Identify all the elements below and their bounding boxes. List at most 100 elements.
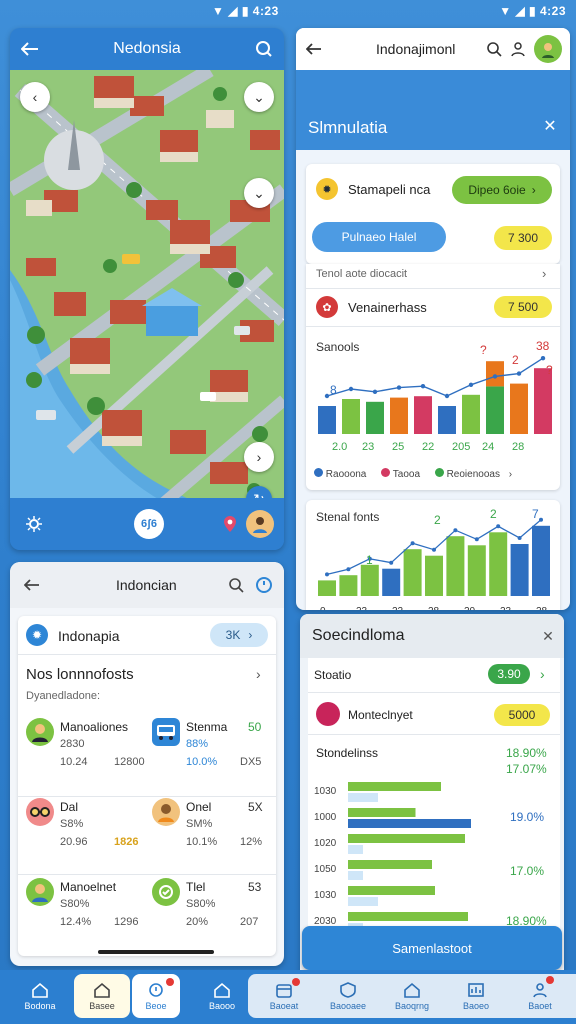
chart-data-label: 7 bbox=[532, 507, 539, 521]
chart-point bbox=[444, 393, 450, 399]
list-item[interactable]: Manoelnet S80% 12.4% 1296 bbox=[26, 878, 148, 948]
nav-item[interactable]: Baooaee bbox=[320, 974, 376, 1018]
row3-value: 7 500 bbox=[494, 296, 552, 318]
chevron-right-icon[interactable]: › bbox=[540, 666, 545, 682]
chart-tick-label: 22 bbox=[392, 606, 404, 610]
back-arrow-icon[interactable] bbox=[18, 571, 46, 599]
stats-card: Stoatio 3.90 › Monteclnyet 5000 Stondeli… bbox=[308, 658, 560, 958]
legend-item: Taooa bbox=[392, 469, 421, 480]
chart-point bbox=[324, 393, 330, 399]
list-header: Indoncian bbox=[10, 562, 284, 608]
item-value: 10.1% bbox=[186, 836, 218, 848]
chart-bar bbox=[348, 834, 465, 843]
nav-item[interactable]: Baoet bbox=[512, 974, 568, 1018]
nav-item[interactable]: Baooo bbox=[194, 974, 250, 1018]
chevron-down-icon[interactable]: ⌄ bbox=[244, 82, 274, 112]
chevron-right-icon[interactable]: › bbox=[244, 442, 274, 472]
list-item[interactable]: Onel 5X SM% 10.1% 12% bbox=[152, 798, 274, 868]
chart-tick-label: 23 bbox=[500, 606, 512, 610]
chevron-left-icon[interactable]: ‹ bbox=[20, 82, 50, 112]
chart-bar bbox=[348, 860, 432, 869]
bus-icon bbox=[152, 718, 180, 746]
map-center-button[interactable]: 6ʃ6 bbox=[134, 509, 164, 539]
legend-dot bbox=[434, 468, 444, 477]
list-item[interactable]: Dal S8% 20.96 1826 bbox=[26, 798, 148, 868]
list-item[interactable]: Stenma 50 88% 10.0% DX5 bbox=[152, 718, 274, 788]
legend-dot bbox=[381, 468, 391, 477]
notification-badge bbox=[292, 978, 300, 986]
map-panel: Nedonsia ‹ ⌄ ⌄ › 6ʃ6 bbox=[10, 28, 284, 550]
home-icon bbox=[404, 982, 420, 998]
chart-bar bbox=[348, 871, 363, 880]
list-card-pill[interactable]: 3K › bbox=[210, 623, 268, 647]
close-icon[interactable]: ✕ bbox=[534, 622, 562, 650]
city-map[interactable]: ‹ ⌄ ⌄ › ↻ bbox=[10, 70, 284, 532]
settings-icon[interactable] bbox=[20, 510, 48, 538]
nav-label: Baooo bbox=[208, 1000, 236, 1011]
nav-base[interactable]: Basee bbox=[74, 974, 130, 1018]
chevron-right-icon[interactable]: › bbox=[542, 266, 546, 281]
chevron-right-icon: › bbox=[531, 183, 536, 197]
chart-data-label: ? bbox=[546, 363, 553, 377]
row1-pill[interactable]: Dipeo 6oie › bbox=[452, 176, 552, 204]
bottom-nav: Bodona Basee Beoe Baooo Baoeat Baooaee B… bbox=[0, 970, 576, 1024]
statistics-panel: Soecindloma ✕ Stoatio 3.90 › Monteclnyet… bbox=[300, 614, 564, 984]
divider bbox=[18, 796, 276, 797]
chart-bar bbox=[339, 575, 358, 596]
nav-item[interactable]: Baoeo bbox=[448, 974, 504, 1018]
nav-home[interactable]: Bodona bbox=[12, 974, 68, 1018]
chart-point bbox=[348, 386, 354, 392]
search-icon[interactable] bbox=[222, 571, 250, 599]
simulate-button[interactable]: Samenlastoot bbox=[302, 926, 562, 970]
nav-alerts[interactable]: Beoe bbox=[132, 974, 180, 1018]
item-key: 53 bbox=[248, 880, 262, 894]
chevron-right-icon[interactable]: › bbox=[256, 666, 261, 682]
close-icon[interactable]: ✕ bbox=[536, 112, 564, 140]
chart-data-label: 1 bbox=[366, 553, 373, 567]
item-value: 20% bbox=[186, 916, 209, 928]
chart-bar bbox=[318, 406, 336, 434]
list-item[interactable]: Tlel 53 S80% 20% 207 bbox=[152, 878, 274, 948]
item-value: S80% bbox=[186, 898, 216, 910]
map-header: Nedonsia bbox=[10, 28, 284, 70]
shield-icon bbox=[340, 981, 356, 998]
chart-point bbox=[396, 385, 402, 390]
nav-item[interactable]: Baoeat bbox=[256, 974, 312, 1018]
list-item[interactable]: Manoaliones 2830 10.24 12800 bbox=[26, 718, 148, 788]
profile-icon bbox=[533, 982, 547, 997]
signal-icon: ◢ bbox=[228, 4, 238, 18]
section-subtitle: Dyanedladone: bbox=[26, 690, 101, 702]
item-value: 12800 bbox=[114, 756, 145, 768]
nav-item[interactable]: Baoqrng bbox=[384, 974, 440, 1018]
chart-data-label: 2 bbox=[512, 353, 519, 367]
chart-tick-label: 23 bbox=[356, 606, 368, 610]
chart-point bbox=[539, 517, 543, 522]
nav-label: Beoe bbox=[145, 1000, 167, 1011]
chart-bar bbox=[348, 782, 441, 791]
location-pin-icon[interactable] bbox=[216, 510, 244, 538]
back-arrow-icon[interactable] bbox=[300, 35, 328, 63]
glasses-icon bbox=[26, 798, 54, 826]
avatar bbox=[26, 878, 54, 906]
home-icon bbox=[32, 982, 48, 998]
calendar-icon bbox=[276, 983, 292, 998]
chart-bar bbox=[403, 549, 422, 596]
search-icon[interactable] bbox=[250, 35, 278, 63]
timer-icon[interactable] bbox=[250, 571, 278, 599]
chart-bar bbox=[342, 399, 360, 434]
chart-point bbox=[453, 528, 458, 533]
user-icon[interactable] bbox=[504, 35, 532, 63]
chart-bar bbox=[366, 401, 384, 434]
list-card-title: Indonapia bbox=[58, 628, 120, 644]
divider bbox=[306, 288, 560, 289]
avatar[interactable] bbox=[246, 510, 274, 538]
chevron-right-icon[interactable]: › bbox=[509, 469, 512, 480]
item-value: 12.4% bbox=[60, 916, 92, 928]
row1-pill2[interactable]: Pulnaeo Halel bbox=[312, 222, 446, 252]
chevron-down-icon[interactable]: ⌄ bbox=[244, 178, 274, 208]
stats-row1-title: Stoatio bbox=[314, 668, 352, 682]
chart-data-label: 2 bbox=[434, 513, 441, 527]
chart-bar bbox=[348, 819, 471, 828]
avatar[interactable] bbox=[534, 35, 562, 63]
sim-summary-card: ✹ Stamapeli nca Dipeo 6oie › Pulnaeo Hale… bbox=[306, 164, 560, 264]
